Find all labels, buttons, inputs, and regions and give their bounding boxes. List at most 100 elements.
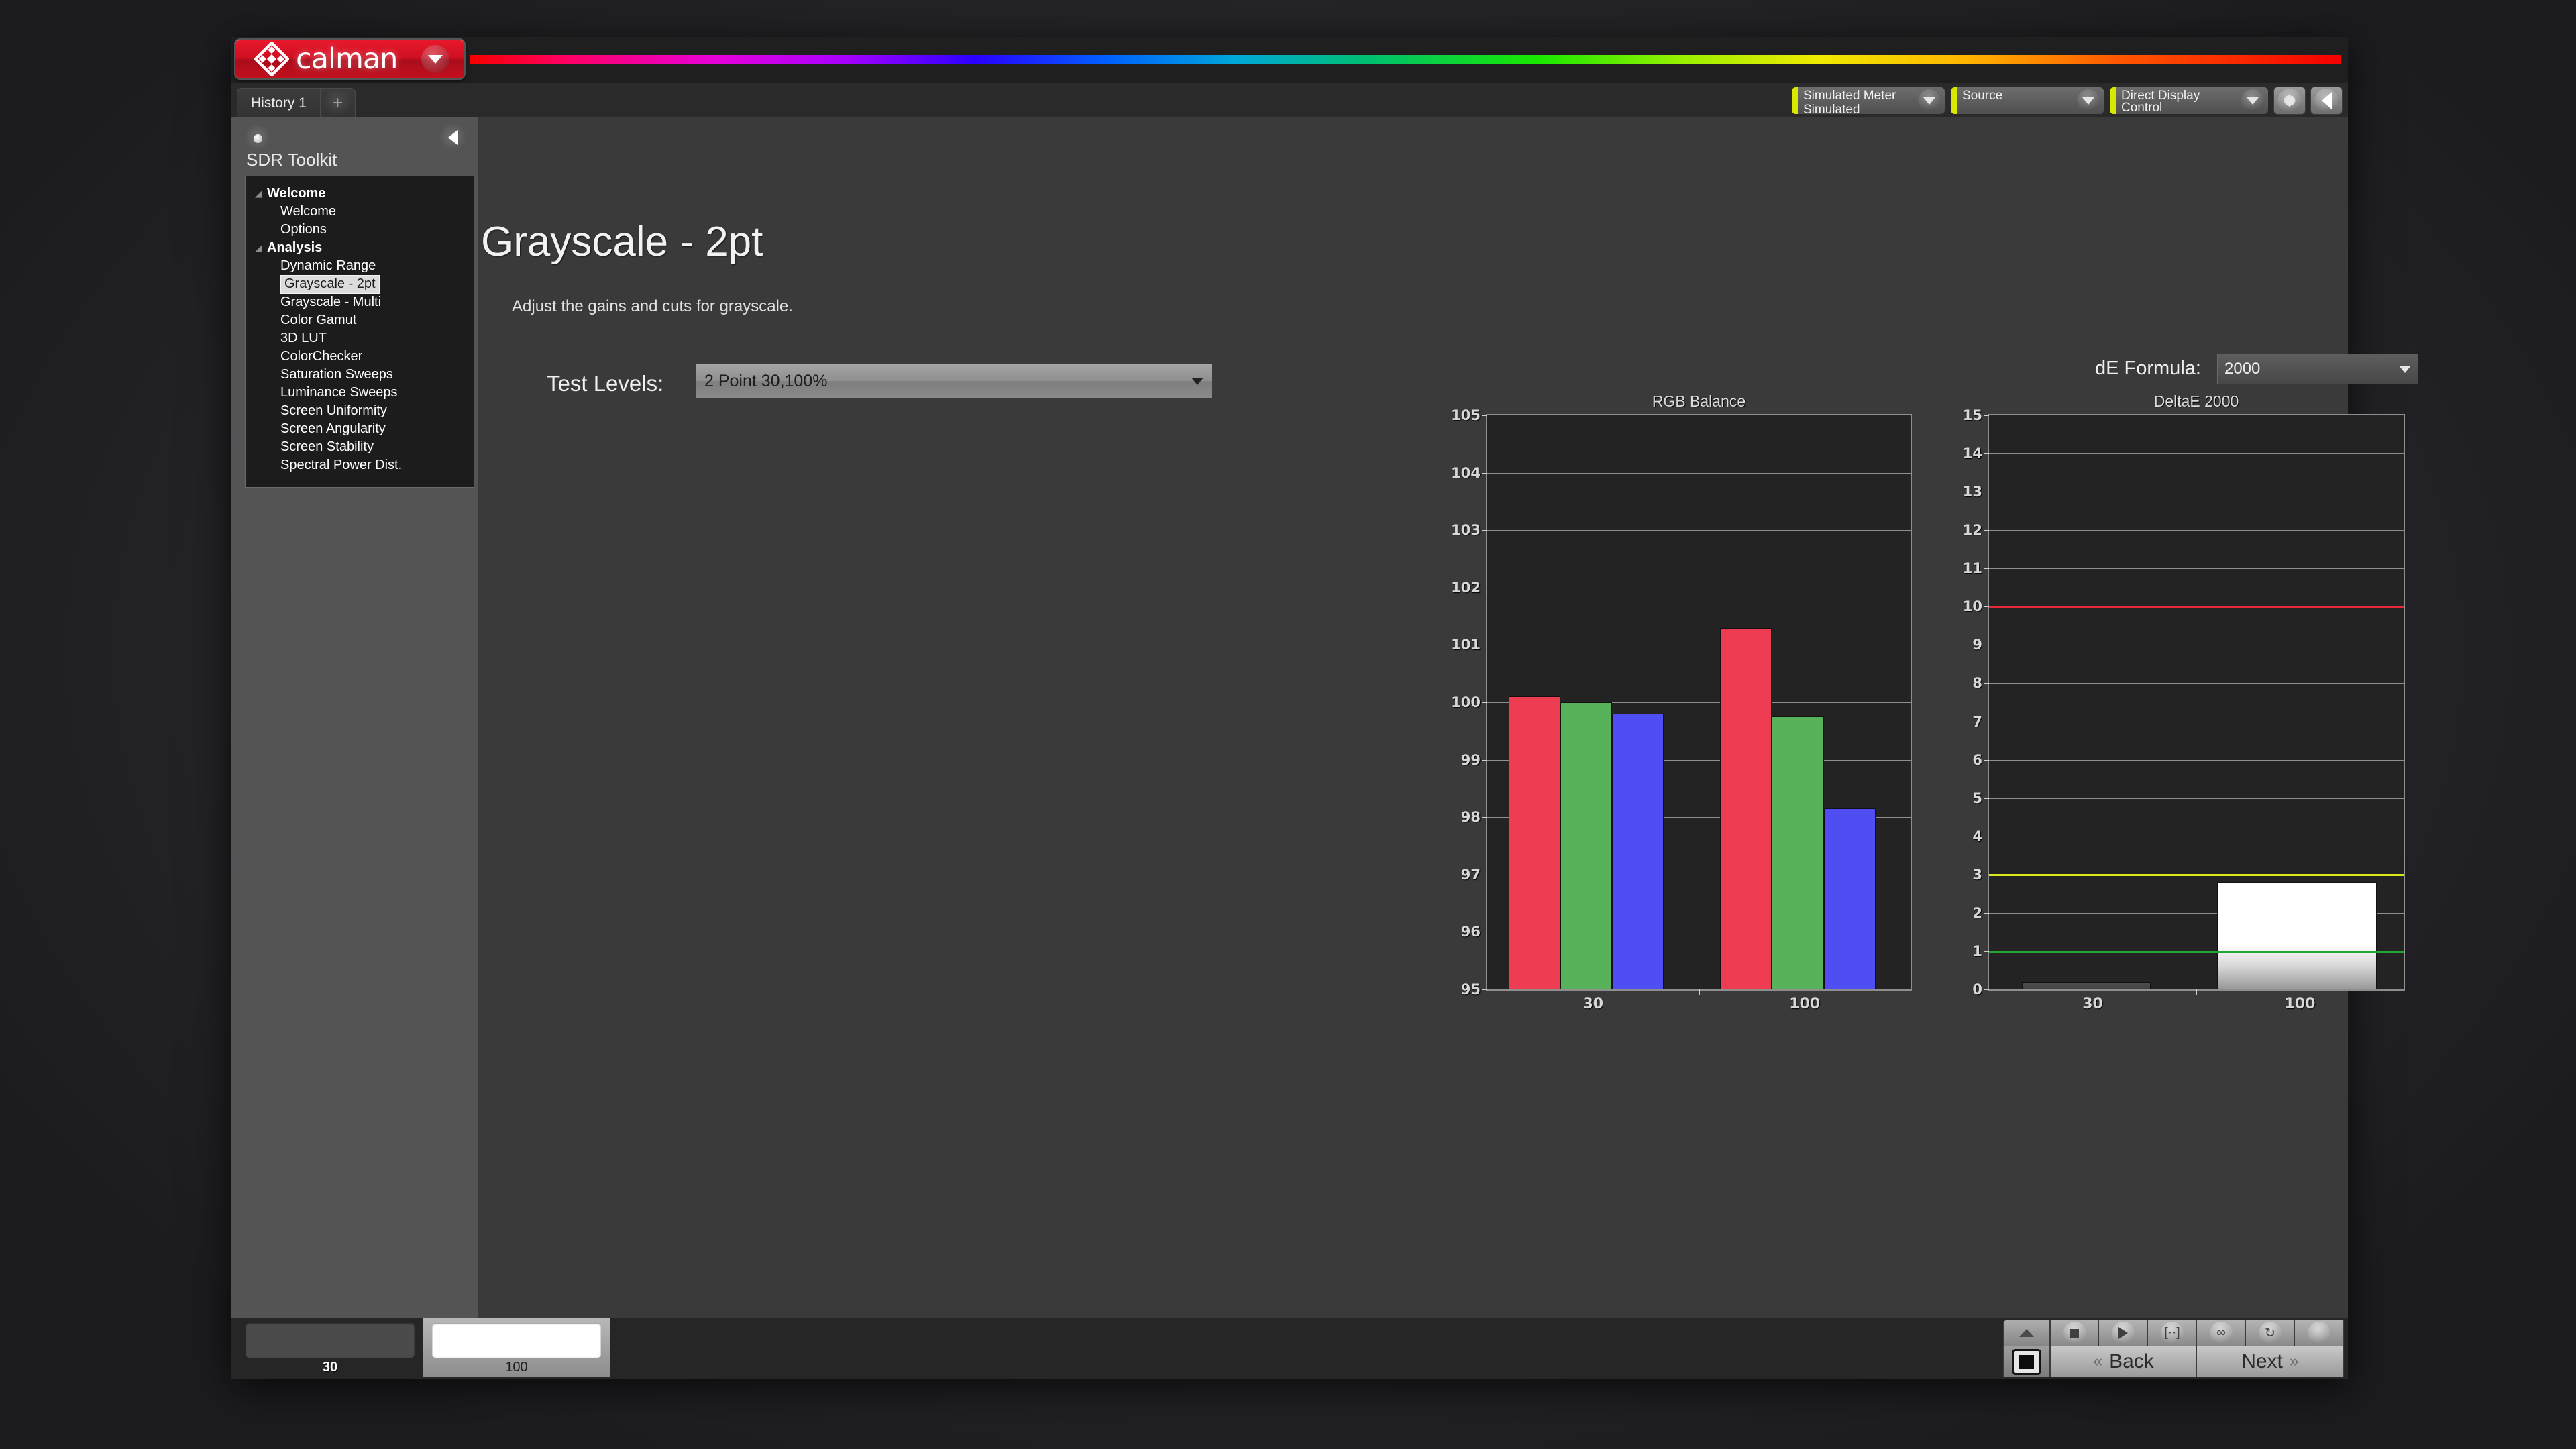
y-axis-tick-label: 1 [1972,943,1989,959]
sidebar-item-3d-lut[interactable]: 3D LUT [246,329,474,347]
page-title: Grayscale - 2pt [481,219,763,265]
bar-green-100 [1772,716,1824,989]
y-axis-tick-label: 7 [1972,714,1989,730]
brackets-button[interactable]: [··] [2148,1320,2197,1346]
chevron-down-icon[interactable] [2241,89,2264,112]
patch-swatch-30[interactable]: 30 [237,1318,423,1377]
sidebar-item-dynamic-range[interactable]: Dynamic Range [246,257,474,275]
sidebar-item-saturation-sweeps[interactable]: Saturation Sweeps [246,366,474,384]
sidebar-item-colorchecker[interactable]: ColorChecker [246,347,474,366]
sidebar-item-grayscale-multi[interactable]: Grayscale - Multi [246,293,474,311]
sidebar-item-grayscale-2pt[interactable]: Grayscale - 2pt [246,274,474,294]
page-subtitle: Adjust the gains and cuts for grayscale. [512,297,793,315]
refresh-button[interactable]: ↻ [2246,1320,2295,1346]
x-axis-tick-label: 30 [1582,996,1604,1012]
deltae-chart: DeltaE 2000 0 1 2 3 4 5 6 7 8 9 10 11 12 13 14 15 30 100 [1963,392,2405,1012]
source-dropdown-title: Source [1962,89,2003,103]
sidebar-item-options[interactable]: Options [246,221,474,239]
y-axis-tick-label: 96 [1461,924,1488,940]
reference-line-1 [1989,950,2404,953]
bottom-bar: 30 100 [··] ∞ ↻ « Back Next » [231,1318,2348,1379]
patch-label: 100 [505,1360,528,1375]
sidebar-header [231,117,478,151]
y-axis-tick-label: 98 [1461,809,1488,825]
display-dropdown-title: Direct Display Control [2121,89,2200,115]
next-button[interactable]: Next » [2197,1346,2344,1377]
y-axis-tick-label: 15 [1963,407,1990,423]
sidebar-collapse-button[interactable] [439,124,466,151]
y-axis-tick-label: 9 [1972,637,1989,653]
de-formula-label: dE Formula: [2095,358,2201,379]
record-dot-icon[interactable] [245,125,270,151]
chevron-down-icon[interactable] [421,45,449,73]
sidebar-item-screen-stability[interactable]: Screen Stability [246,438,474,456]
chevron-down-icon[interactable] [1918,89,1941,112]
meter-status-accent [1792,87,1798,114]
tree-expander-icon[interactable]: ◢ [255,243,267,254]
stop-button[interactable] [2050,1320,2099,1346]
chevron-double-right-icon: » [2289,1352,2299,1371]
chevron-down-icon[interactable] [2077,89,2100,112]
pattern-control-column [2003,1320,2050,1377]
x-axis-tick-mark [1699,989,1700,995]
y-axis-tick-label: 13 [1963,484,1990,500]
gear-icon [2277,89,2302,113]
blank-button[interactable] [2295,1320,2344,1346]
tree-expander-icon[interactable]: ◢ [255,189,267,199]
y-axis-tick-label: 105 [1451,407,1487,423]
x-axis-tick-label: 100 [1789,996,1821,1012]
reference-line-10 [1989,606,2404,608]
add-tab-button[interactable]: + [320,88,356,117]
y-axis-tick-label: 0 [1972,981,1989,998]
calman-brand-button[interactable]: calman [234,38,466,80]
pattern-preview-icon [2012,1348,2041,1375]
de-formula-select[interactable]: 2000 [2217,354,2418,384]
back-label: Back [2109,1350,2154,1373]
y-axis-tick-label: 99 [1461,752,1488,768]
gridline [1989,798,2404,799]
expand-patterns-button[interactable] [2003,1320,2050,1346]
next-label: Next [2241,1350,2283,1373]
play-button[interactable] [2099,1320,2148,1346]
chart-title: DeltaE 2000 [2153,392,2239,410]
sidebar-item-luminance-sweeps[interactable]: Luminance Sweeps [246,384,474,402]
test-levels-label: Test Levels: [547,371,664,396]
test-levels-select[interactable]: 2 Point 30,100% [696,364,1212,398]
back-button[interactable]: « Back [2050,1346,2197,1377]
sidebar-item-welcome[interactable]: Welcome [246,203,474,221]
sidebar-item-screen-uniformity[interactable]: Screen Uniformity [246,402,474,420]
wizard-navigation: « Back Next » [2050,1346,2344,1377]
sidebar-item-analysis[interactable]: ◢ Analysis [246,239,474,257]
x-axis-tick-label: 100 [2284,996,2316,1012]
sidebar-item-label: Screen Stability [280,439,374,454]
toolbar: History 1 + Simulated Meter Simulated So… [231,83,2348,117]
sidebar-item-color-gamut[interactable]: Color Gamut [246,311,474,329]
tab-history-1[interactable]: History 1 [237,88,321,117]
source-status-accent [1951,87,1957,114]
infinity-button[interactable]: ∞ [2197,1320,2246,1346]
chart-title: RGB Balance [1652,392,1746,410]
meter-dropdown[interactable]: Simulated Meter Simulated [1791,87,1945,115]
de-formula-value: 2000 [2224,360,2261,378]
bar-green-30 [1560,702,1613,989]
display-control-dropdown[interactable]: Direct Display Control [2109,87,2269,115]
patch-color-sample [432,1323,601,1358]
settings-button[interactable] [2273,87,2306,115]
y-axis-tick-label: 10 [1963,598,1990,614]
y-axis-tick-label: 100 [1451,694,1487,710]
plus-icon: + [324,89,352,117]
sidebar-item-welcome[interactable]: ◢ Welcome [246,184,474,203]
workflow-tree: ◢ Welcome Welcome Options ◢ Analysis Dynamic R… [245,176,474,488]
sidebar-item-screen-angularity[interactable]: Screen Angularity [246,420,474,438]
pattern-preview-button[interactable] [2003,1346,2050,1377]
patch-swatch-100[interactable]: 100 [423,1318,610,1377]
navigation-cluster: [··] ∞ ↻ « Back Next » [2003,1320,2344,1377]
collapse-toolbar-button[interactable] [2310,87,2343,115]
sidebar-item-spectral-power-dist[interactable]: Spectral Power Dist. [246,456,474,474]
gridline [1989,683,2404,684]
toolbar-right-controls: Simulated Meter Simulated Source Direct … [1791,87,2343,115]
sidebar: SDR Toolkit ◢ Welcome Welcome Options ◢ Analy… [231,117,478,1379]
sidebar-item-label: Spectral Power Dist. [280,458,402,472]
source-dropdown[interactable]: Source [1950,87,2104,115]
history-tab-strip: History 1 + [237,88,356,117]
